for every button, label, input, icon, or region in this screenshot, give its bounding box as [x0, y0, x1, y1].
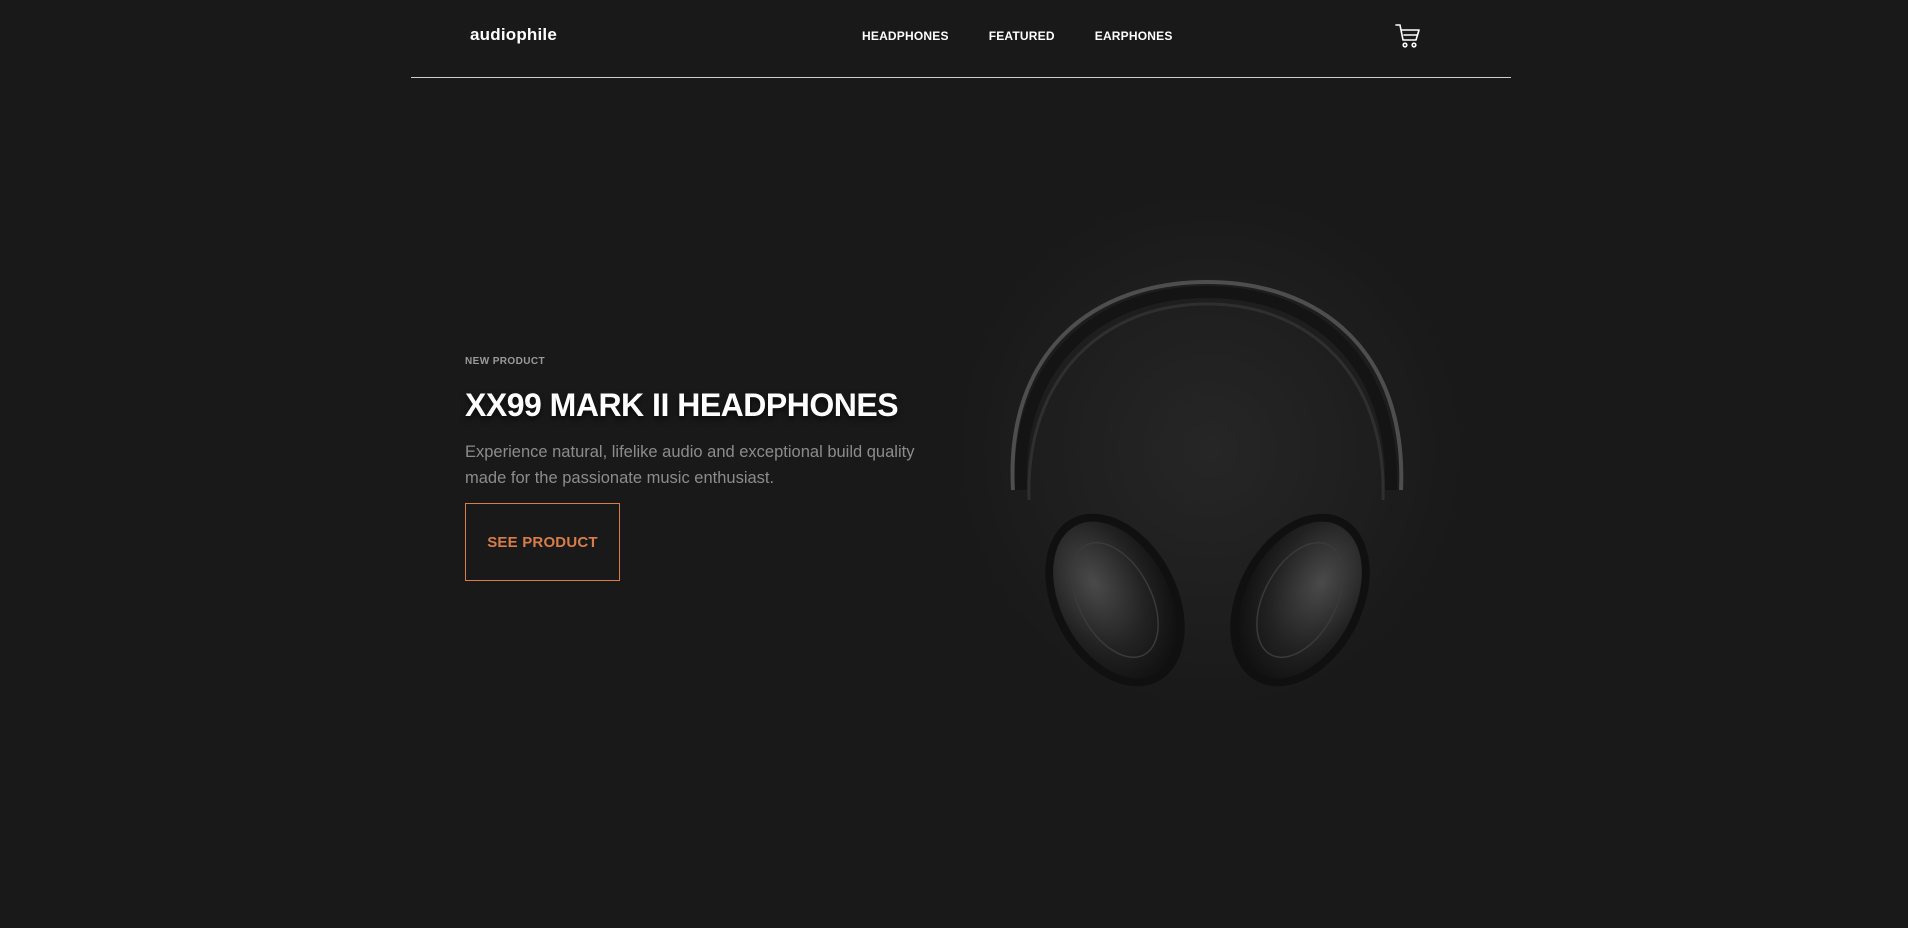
headphones-image	[955, 200, 1465, 720]
logo[interactable]: audiophile	[470, 25, 557, 45]
hero-overline: NEW PRODUCT	[465, 356, 545, 367]
nav-earphones[interactable]: EARPHONES	[1095, 29, 1173, 43]
see-product-button[interactable]: SEE PRODUCT	[465, 503, 620, 581]
hero-text: NEW PRODUCT XX99 MARK II HEADPHONES Expe…	[465, 356, 965, 581]
main-nav: HEADPHONES FEATURED EARPHONES	[862, 29, 1173, 43]
site-header: audiophile HEADPHONES FEATURED EARPHONES	[411, 0, 1511, 78]
hero-description: Experience natural, lifelike audio and e…	[465, 443, 915, 487]
nav-headphones[interactable]: HEADPHONES	[862, 29, 949, 43]
nav-featured[interactable]: FEATURED	[989, 29, 1055, 43]
page: audiophile HEADPHONES FEATURED EARPHONES…	[0, 0, 1908, 928]
shopping-cart-icon[interactable]	[1395, 23, 1421, 49]
hero-title: XX99 MARK II HEADPHONES	[465, 387, 899, 423]
